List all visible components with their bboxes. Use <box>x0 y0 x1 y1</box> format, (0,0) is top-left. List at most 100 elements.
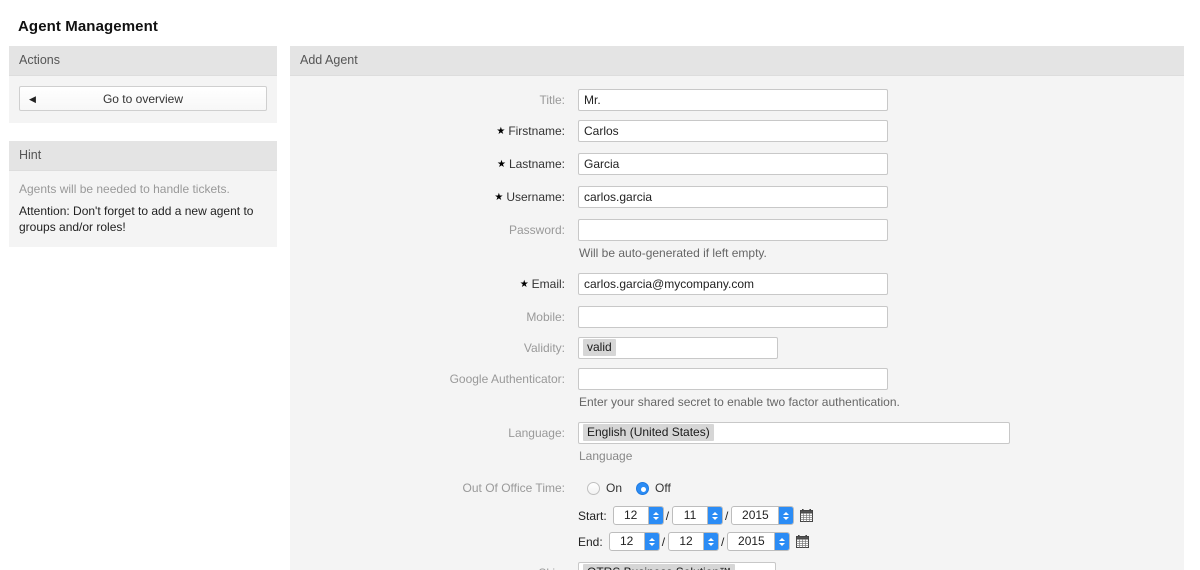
end-day-arrows-icon[interactable] <box>703 533 719 550</box>
label-lastname-text: Lastname: <box>508 157 565 171</box>
start-day-arrows-icon[interactable] <box>707 507 723 524</box>
email-input[interactable] <box>578 273 888 295</box>
label-password: Password: <box>508 223 565 237</box>
password-note: Will be auto-generated if left empty. <box>579 246 767 260</box>
field-mobile <box>578 306 1184 328</box>
end-year-stepper[interactable]: 2015 <box>727 532 791 551</box>
skin-select[interactable]: OTRS Business Solution™ <box>578 562 776 570</box>
field-title <box>578 89 1184 111</box>
skin-selected-option: OTRS Business Solution™ <box>583 564 736 570</box>
sidebar: Actions ◀ Go to overview Hint Agents wil… <box>9 46 277 265</box>
start-year-value: 2015 <box>742 508 769 522</box>
out-of-office-start-row: Start: 12 / 11 / 2015 <box>578 506 1184 525</box>
end-month-arrows-icon[interactable] <box>643 533 659 550</box>
start-caption: Start: <box>578 508 607 523</box>
start-year-stepper[interactable]: 2015 <box>731 506 795 525</box>
label-firstname: ★ Firstname: <box>290 120 578 144</box>
start-month-stepper[interactable]: 12 <box>612 506 664 525</box>
field-row-out-of-office: Out Of Office Time: On Off Start: 12 / 1… <box>290 477 1184 551</box>
label-username-text: Username: <box>506 190 565 204</box>
out-of-office-end-row: End: 12 / 12 / 2015 <box>578 532 1184 551</box>
date-separator: / <box>661 534 666 549</box>
field-skin: OTRS Business Solution™ <box>578 562 1184 570</box>
start-day-value: 11 <box>683 508 697 522</box>
language-selected-option: English (United States) <box>583 424 714 441</box>
required-star-icon: ★ <box>496 159 506 170</box>
page-layout: Actions ◀ Go to overview Hint Agents wil… <box>0 46 1200 570</box>
field-row-password: Password: Will be auto-generated if left… <box>290 219 1184 261</box>
start-calendar-icon[interactable] <box>800 509 814 522</box>
out-of-office-radio-on-label: On <box>606 481 623 495</box>
field-password: Will be auto-generated if left empty. <box>578 219 1184 261</box>
label-username: ★ Username: <box>290 186 578 210</box>
end-caption: End: <box>578 534 603 549</box>
title-input[interactable] <box>578 89 888 111</box>
end-month-stepper[interactable]: 12 <box>608 532 660 551</box>
validity-selected-option: valid <box>583 339 616 356</box>
field-lastname <box>578 153 1184 175</box>
field-username <box>578 186 1184 208</box>
end-year-value: 2015 <box>738 534 765 548</box>
google-authenticator-note: Enter your shared secret to enable two f… <box>579 395 900 409</box>
field-row-email: ★ Email: <box>290 273 1184 297</box>
hint-line-1: Agents will be needed to handle tickets. <box>19 182 230 196</box>
out-of-office-radio-on[interactable] <box>587 481 600 495</box>
add-agent-panel-header: Add Agent <box>290 46 1184 76</box>
go-to-overview-button[interactable]: ◀ Go to overview <box>19 86 267 111</box>
field-language: English (United States) Language <box>578 422 1184 464</box>
date-separator: / <box>725 508 729 523</box>
label-mobile: Mobile: <box>526 310 565 324</box>
field-email <box>578 273 1184 295</box>
mobile-input[interactable] <box>578 306 888 328</box>
go-to-overview-label: Go to overview <box>102 92 184 106</box>
hint-line-2: Attention: Don't forget to add a new age… <box>19 204 254 234</box>
required-star-icon: ★ <box>494 192 504 203</box>
field-row-firstname: ★ Firstname: <box>290 120 1184 144</box>
label-lastname: ★ Lastname: <box>290 153 578 177</box>
start-month-arrows-icon[interactable] <box>647 507 663 524</box>
label-validity: Validity: <box>523 341 565 355</box>
out-of-office-radio-off[interactable] <box>636 481 650 495</box>
actions-widget-header: Actions <box>9 46 277 76</box>
end-year-arrows-icon[interactable] <box>774 533 790 550</box>
label-google-authenticator: Google Authenticator: <box>449 372 565 386</box>
label-email: ★ Email: <box>290 273 578 297</box>
label-title: Title: <box>539 93 565 107</box>
hint-widget: Hint Agents will be needed to handle tic… <box>9 141 277 247</box>
required-star-icon: ★ <box>496 126 506 137</box>
validity-select[interactable]: valid <box>578 337 778 359</box>
start-year-arrows-icon[interactable] <box>778 507 794 524</box>
out-of-office-radio-group: On Off <box>578 477 1184 499</box>
label-firstname-text: Firstname: <box>508 124 565 138</box>
date-separator: / <box>665 508 670 523</box>
end-calendar-icon[interactable] <box>796 535 810 548</box>
lastname-input[interactable] <box>578 153 888 175</box>
field-validity: valid <box>578 337 1184 359</box>
field-row-title: Title: <box>290 89 1184 111</box>
label-skin: Skin: <box>290 562 578 570</box>
start-month-value: 12 <box>624 508 638 522</box>
field-row-skin: Skin: OTRS Business Solution™ <box>290 562 1184 570</box>
username-input[interactable] <box>578 186 888 208</box>
add-agent-panel: Add Agent Title: ★Firstname: ★Lastname: <box>290 46 1184 570</box>
field-out-of-office: On Off Start: 12 / 11 / 2015 End: 12 / 1… <box>578 477 1184 551</box>
caret-left-icon: ◀ <box>29 94 36 104</box>
page-title: Agent Management <box>18 18 158 35</box>
actions-widget: Actions ◀ Go to overview <box>9 46 277 123</box>
label-out-of-office: Out Of Office Time: <box>462 481 565 495</box>
date-separator: / <box>721 534 725 549</box>
start-day-stepper[interactable]: 11 <box>672 506 724 525</box>
actions-widget-body: ◀ Go to overview <box>9 76 277 123</box>
label-email-text: Email: <box>531 277 565 291</box>
end-day-stepper[interactable]: 12 <box>668 532 720 551</box>
language-select[interactable]: English (United States) <box>578 422 1010 444</box>
add-agent-form: Title: ★Firstname: ★Lastname: <box>290 76 1184 570</box>
firstname-input[interactable] <box>578 120 888 142</box>
field-row-validity: Validity: valid <box>290 337 1184 359</box>
language-note: Language <box>579 449 633 463</box>
label-language: Language: <box>508 426 565 440</box>
password-input[interactable] <box>578 219 888 241</box>
out-of-office-radio-off-label: Off <box>655 481 671 495</box>
google-authenticator-input[interactable] <box>578 368 888 390</box>
end-month-value: 12 <box>620 534 634 548</box>
